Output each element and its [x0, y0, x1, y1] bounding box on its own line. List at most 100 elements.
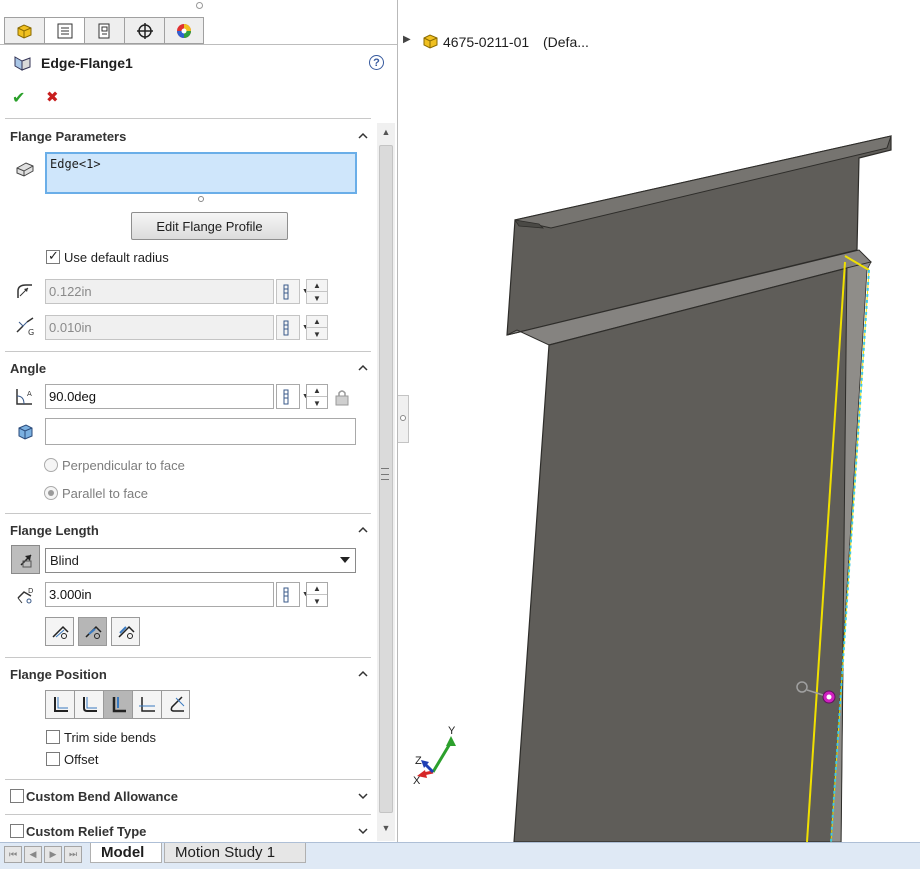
parallel-to-face-label: Parallel to face — [62, 486, 148, 501]
property-manager-icon — [57, 23, 72, 38]
reverse-direction-button[interactable] — [11, 545, 40, 574]
scroll-down-icon[interactable]: ▼ — [381, 823, 391, 833]
expand-chevron-icon[interactable] — [357, 826, 369, 836]
ok-button[interactable]: ✔ — [12, 88, 25, 108]
spin-down-icon[interactable]: ▼ — [307, 292, 327, 304]
bend-from-virtual-sharp-icon — [139, 696, 155, 712]
expand-chevron-icon[interactable] — [357, 791, 369, 801]
perpendicular-to-face-radio[interactable] — [44, 458, 58, 472]
units-icon[interactable] — [276, 582, 300, 607]
tab-navigation-buttons: ⏮ ◀ ▶ ⏭ — [4, 846, 84, 863]
group-title-flange-parameters: Flange Parameters — [10, 129, 127, 144]
collapse-chevron-icon[interactable] — [357, 669, 369, 679]
svg-text:D: D — [28, 587, 33, 595]
scroll-up-icon[interactable]: ▲ — [381, 127, 391, 137]
previous-tab-icon[interactable]: ◀ — [24, 846, 42, 863]
cancel-button[interactable]: ✖ — [46, 88, 59, 106]
property-manager-panel: Edge-Flange1 ? ✔ ✖ Flange Parameters Edg… — [0, 0, 398, 842]
end-condition-value: Blind — [50, 553, 79, 568]
spin-down-icon[interactable]: ▼ — [307, 595, 327, 607]
outer-virtual-sharp-button[interactable] — [45, 617, 74, 646]
gap-distance-icon: G — [14, 316, 36, 338]
custom-relief-type-checkbox[interactable] — [10, 824, 24, 838]
face-selection-box[interactable] — [45, 418, 356, 445]
tab-divider — [0, 44, 397, 45]
flange-position-buttons — [45, 690, 190, 719]
tab-feature-manager[interactable] — [4, 17, 44, 44]
svg-text:G: G — [28, 328, 34, 337]
parallel-to-face-radio[interactable] — [44, 486, 58, 500]
use-default-radius-label: Use default radius — [64, 250, 169, 265]
bend-outside-button[interactable] — [103, 690, 132, 719]
graphics-viewport[interactable]: ▶ 4675-0211-01 (Defa... Y Z X — [403, 0, 920, 842]
group-divider — [5, 513, 371, 514]
spin-up-icon[interactable]: ▲ — [307, 280, 327, 292]
material-outside-button[interactable] — [74, 690, 103, 719]
tangent-to-bend-button[interactable] — [161, 690, 190, 719]
bend-radius-field[interactable]: 0.122in — [45, 279, 274, 304]
first-tab-icon[interactable]: ⏮ — [4, 846, 22, 863]
flange-length-field[interactable]: 3.000in — [45, 582, 274, 607]
last-tab-icon[interactable]: ⏭ — [64, 846, 82, 863]
flange-angle-spinner[interactable]: ▼ ▲▼ — [276, 384, 332, 409]
tab-motion-study-1[interactable]: Motion Study 1 — [164, 843, 306, 863]
custom-bend-allowance-checkbox[interactable] — [10, 789, 24, 803]
flange-angle-icon: A — [14, 386, 36, 408]
panel-splitter-handle[interactable] — [398, 395, 409, 443]
tab-dimxpert-manager[interactable] — [124, 17, 164, 44]
tangent-to-bend-icon — [170, 695, 184, 712]
bend-radius-spinner[interactable]: ▼ ▲▼ — [276, 279, 332, 304]
panel-scrollbar[interactable]: ▲ ▼ — [377, 123, 395, 841]
tangent-bend-button[interactable] — [111, 617, 140, 646]
spin-down-icon[interactable]: ▼ — [307, 397, 327, 409]
edit-flange-profile-button[interactable]: Edit Flange Profile — [131, 212, 288, 240]
selection-resize-handle[interactable] — [198, 196, 204, 202]
edge-selection-icon — [14, 157, 36, 179]
units-icon[interactable] — [276, 315, 300, 340]
inner-virtual-sharp-button[interactable] — [78, 617, 107, 646]
next-tab-icon[interactable]: ▶ — [44, 846, 62, 863]
configuration-manager-icon — [98, 23, 109, 38]
tab-property-manager[interactable] — [44, 17, 84, 44]
edge-selection-box[interactable]: Edge<1> — [45, 152, 357, 194]
spin-up-icon[interactable]: ▲ — [307, 316, 327, 328]
group-divider — [5, 814, 371, 815]
sheet-metal-model[interactable] — [409, 0, 920, 842]
help-icon[interactable]: ? — [369, 55, 384, 70]
perpendicular-to-face-label: Perpendicular to face — [62, 458, 185, 473]
manager-tabs — [4, 17, 204, 44]
use-default-radius-checkbox[interactable] — [46, 248, 60, 264]
material-outside-icon — [83, 696, 97, 712]
coordinate-triad-icon: Y Z X — [413, 725, 456, 786]
group-title-flange-length: Flange Length — [10, 523, 99, 538]
bottom-tab-bar: ⏮ ◀ ▶ ⏭ Model Motion Study 1 — [0, 842, 920, 869]
offset-label: Offset — [64, 752, 99, 767]
gap-distance-field[interactable]: 0.010in — [45, 315, 274, 340]
collapse-chevron-icon[interactable] — [357, 525, 369, 535]
end-condition-select[interactable]: Blind — [45, 548, 356, 573]
units-icon[interactable] — [276, 384, 300, 409]
spin-down-icon[interactable]: ▼ — [307, 328, 327, 340]
tangent-bend-icon — [117, 625, 135, 639]
spin-up-icon[interactable]: ▲ — [307, 385, 327, 397]
tab-configuration-manager[interactable] — [84, 17, 124, 44]
material-inside-button[interactable] — [45, 690, 74, 719]
dropdown-arrow-icon[interactable] — [340, 557, 350, 563]
panel-grip-handle[interactable] — [196, 2, 203, 9]
flange-length-spinner[interactable]: ▼ ▲▼ — [276, 582, 332, 607]
flange-angle-field[interactable]: 90.0deg — [45, 384, 274, 409]
bend-from-virtual-sharp-button[interactable] — [132, 690, 161, 719]
reverse-direction-icon — [19, 553, 32, 567]
tab-display-manager[interactable] — [164, 17, 204, 44]
trim-side-bends-checkbox[interactable] — [46, 730, 60, 744]
collapse-chevron-icon[interactable] — [357, 363, 369, 373]
lock-icon[interactable] — [334, 389, 350, 406]
model-lower-face — [513, 267, 848, 842]
collapse-chevron-icon[interactable] — [357, 131, 369, 141]
tab-model[interactable]: Model — [90, 843, 162, 863]
gap-distance-spinner[interactable]: ▼ ▲▼ — [276, 315, 332, 340]
spin-up-icon[interactable]: ▲ — [307, 583, 327, 595]
bend-outside-icon — [112, 696, 126, 712]
offset-checkbox[interactable] — [46, 752, 60, 766]
units-icon[interactable] — [276, 279, 300, 304]
